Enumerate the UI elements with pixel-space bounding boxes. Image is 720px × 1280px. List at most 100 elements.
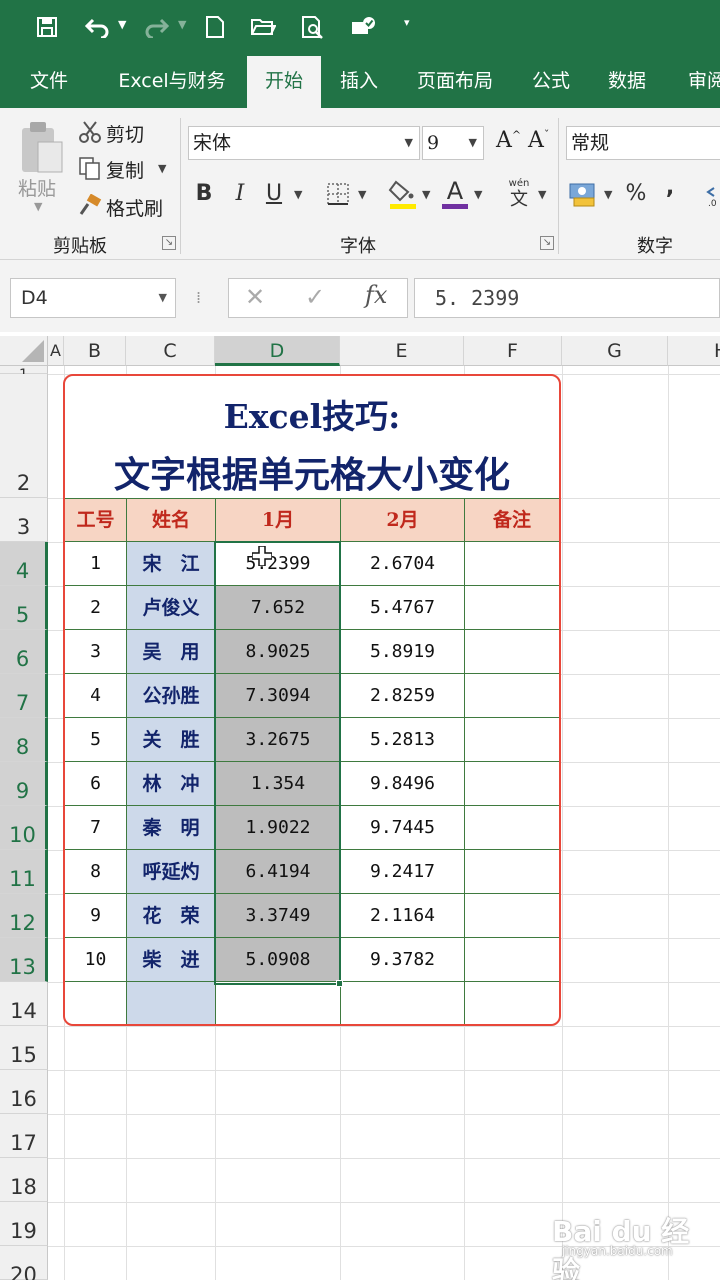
row-header-3[interactable]: 3 xyxy=(0,498,48,542)
font-color-icon[interactable]: A xyxy=(440,176,470,210)
table-cell-name[interactable]: 柴 进 xyxy=(127,938,216,982)
row-header-20[interactable]: 20 xyxy=(0,1246,48,1280)
table-cell-name[interactable]: 花 荣 xyxy=(127,894,216,938)
undo-dropdown-icon[interactable]: ▼ xyxy=(118,18,126,31)
column-header-a[interactable]: A xyxy=(48,336,64,366)
row-header-9[interactable]: 9 xyxy=(0,762,48,806)
row-header-11[interactable]: 11 xyxy=(0,850,48,894)
table-cell-id[interactable]: 7 xyxy=(65,806,127,850)
tab-insert[interactable]: 插入 xyxy=(330,56,388,108)
select-all-corner[interactable] xyxy=(0,336,48,366)
redo-icon[interactable] xyxy=(140,10,174,44)
table-cell-empty[interactable] xyxy=(341,982,465,1024)
bold-button[interactable]: B xyxy=(192,178,216,210)
formula-input[interactable]: 5. 2399 xyxy=(414,278,720,318)
number-format-select[interactable]: 常规 xyxy=(566,126,720,160)
row-header-12[interactable]: 12 xyxy=(0,894,48,938)
copy-button[interactable]: 复制 xyxy=(106,156,144,183)
table-cell-feb[interactable]: 5.8919 xyxy=(341,630,465,674)
table-cell-jan[interactable]: 3.2675 xyxy=(216,718,341,762)
accounting-dropdown-icon[interactable]: ▼ xyxy=(604,188,612,201)
table-header-name[interactable]: 姓名 xyxy=(127,498,216,542)
table-cell-id[interactable]: 2 xyxy=(65,586,127,630)
row-header-7[interactable]: 7 xyxy=(0,674,48,718)
table-cell-id[interactable]: 3 xyxy=(65,630,127,674)
paste-icon[interactable] xyxy=(18,120,66,176)
table-cell-id[interactable]: 1 xyxy=(65,542,127,586)
font-size-select[interactable]: 9 ▼ xyxy=(422,126,484,160)
tab-excel-finance[interactable]: Excel与财务 xyxy=(108,56,236,108)
accounting-format-icon[interactable] xyxy=(568,180,598,208)
row-header-8[interactable]: 8 xyxy=(0,718,48,762)
table-cell-feb[interactable]: 5.4767 xyxy=(341,586,465,630)
row-header-1[interactable]: 1 xyxy=(0,366,48,383)
paste-button[interactable]: 粘贴 xyxy=(18,174,56,201)
table-cell-note[interactable] xyxy=(465,630,559,674)
undo-icon[interactable] xyxy=(80,10,114,44)
column-header-g[interactable]: G xyxy=(562,336,668,366)
table-cell-name[interactable]: 公孙胜 xyxy=(127,674,216,718)
font-launcher-icon[interactable]: ↘ xyxy=(540,236,554,250)
table-cell-empty[interactable] xyxy=(465,982,559,1024)
formula-bar-grip-icon[interactable]: ⁞ xyxy=(196,286,206,310)
copy-icon[interactable] xyxy=(78,156,102,180)
table-cell-jan[interactable]: 5.0908 xyxy=(216,938,341,982)
share-icon[interactable] xyxy=(346,10,380,44)
table-cell-jan[interactable]: 1.354 xyxy=(216,762,341,806)
table-cell-name[interactable]: 卢俊义 xyxy=(127,586,216,630)
table-cell-feb[interactable]: 2.1164 xyxy=(341,894,465,938)
table-cell-jan[interactable]: 3.3749 xyxy=(216,894,341,938)
row-header-15[interactable]: 15 xyxy=(0,1026,48,1070)
save-icon[interactable] xyxy=(30,10,64,44)
column-header-d[interactable]: D xyxy=(215,336,340,366)
table-cell-name[interactable]: 关 胜 xyxy=(127,718,216,762)
table-cell-name[interactable]: 宋 江 xyxy=(127,542,216,586)
table-cell-jan[interactable]: 7.652 xyxy=(216,586,341,630)
fill-color-icon[interactable] xyxy=(388,178,418,210)
table-cell-id[interactable]: 4 xyxy=(65,674,127,718)
table-cell-feb[interactable]: 9.7445 xyxy=(341,806,465,850)
tab-review[interactable]: 审阅 xyxy=(676,56,720,108)
row-header-19[interactable]: 19 xyxy=(0,1202,48,1246)
column-header-e[interactable]: E xyxy=(340,336,464,366)
table-cell-jan[interactable]: 6.4194 xyxy=(216,850,341,894)
phonetic-guide-button[interactable]: wén 文 xyxy=(504,178,534,210)
tab-formulas[interactable]: 公式 xyxy=(520,56,582,108)
table-cell-note[interactable] xyxy=(465,542,559,586)
table-cell-name[interactable]: 林 冲 xyxy=(127,762,216,806)
clipboard-launcher-icon[interactable]: ↘ xyxy=(162,236,176,250)
table-cell-note[interactable] xyxy=(465,938,559,982)
table-header-note[interactable]: 备注 xyxy=(465,498,559,542)
table-cell-feb[interactable]: 5.2813 xyxy=(341,718,465,762)
cancel-edit-icon[interactable]: ✕ xyxy=(245,283,265,311)
borders-dropdown-icon[interactable]: ▼ xyxy=(358,188,366,201)
table-cell-name[interactable]: 吴 用 xyxy=(127,630,216,674)
grow-font-button[interactable]: A^ xyxy=(496,128,521,153)
tab-file[interactable]: 文件 xyxy=(18,56,80,108)
font-color-dropdown-icon[interactable]: ▼ xyxy=(474,188,482,201)
table-cell-empty[interactable] xyxy=(127,982,216,1024)
table-header-id[interactable]: 工号 xyxy=(65,498,127,542)
row-header-16[interactable]: 16 xyxy=(0,1070,48,1114)
customize-qat-icon[interactable]: ▾ xyxy=(404,16,410,29)
fill-handle[interactable] xyxy=(336,980,343,987)
format-painter-icon[interactable] xyxy=(78,193,102,218)
new-doc-icon[interactable] xyxy=(198,10,232,44)
column-header-h[interactable]: H xyxy=(668,336,720,366)
table-cell-name[interactable]: 秦 明 xyxy=(127,806,216,850)
table-cell-id[interactable]: 9 xyxy=(65,894,127,938)
row-header-5[interactable]: 5 xyxy=(0,586,48,630)
format-painter-button[interactable]: 格式刷 xyxy=(106,194,163,221)
table-cell-note[interactable] xyxy=(465,718,559,762)
table-cell-feb[interactable]: 9.8496 xyxy=(341,762,465,806)
row-header-14[interactable]: 14 xyxy=(0,982,48,1026)
name-box[interactable]: D4 ▼ xyxy=(10,278,176,318)
row-header-6[interactable]: 6 xyxy=(0,630,48,674)
confirm-edit-icon[interactable]: ✓ xyxy=(305,283,325,311)
row-header-10[interactable]: 10 xyxy=(0,806,48,850)
increase-decimal-icon[interactable]: .0 xyxy=(704,182,720,209)
column-header-b[interactable]: B xyxy=(64,336,126,366)
table-cell-feb[interactable]: 9.3782 xyxy=(341,938,465,982)
tab-data[interactable]: 数据 xyxy=(596,56,658,108)
italic-button[interactable]: I xyxy=(228,178,252,210)
